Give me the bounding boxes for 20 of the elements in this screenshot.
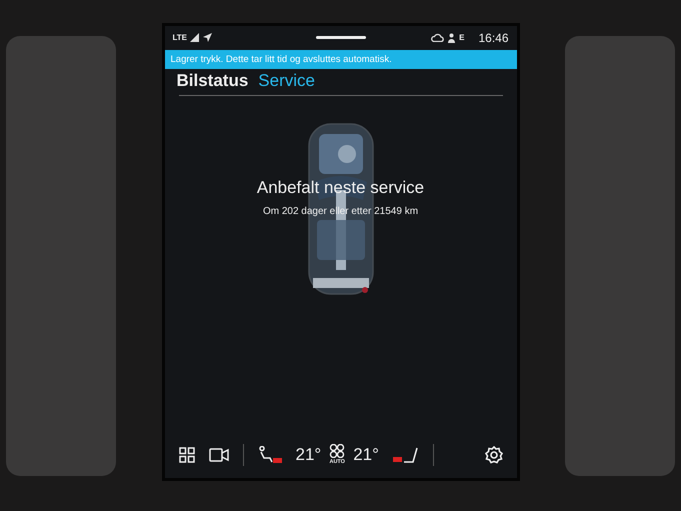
seat-heater-icon[interactable] [392,446,419,464]
app-grid-icon[interactable] [178,446,194,462]
signal-icon [190,33,200,42]
location-arrow-icon [203,33,212,42]
temperature-right[interactable]: 21° [353,444,379,464]
seat-heater-icon[interactable] [258,446,282,464]
profile-label: E [459,33,464,42]
service-title: Anbefalt neste service [256,178,424,198]
fan-icon[interactable] [329,444,346,458]
notification-banner: Lagrer trykk. Dette tar litt tid og avsluttes automatisk. [164,50,516,68]
person-icon [448,32,456,42]
network-label: LTE [172,33,188,42]
pull-down-handle[interactable] [316,36,366,39]
tab[interactable]: Bilstatus [176,70,248,90]
camera-icon[interactable] [208,448,228,462]
clock: 16:46 [478,30,508,44]
temperature-left[interactable]: 21° [296,444,322,464]
cloud-icon [431,33,444,42]
settings-icon[interactable] [484,446,502,464]
tab[interactable]: Service [258,70,315,90]
